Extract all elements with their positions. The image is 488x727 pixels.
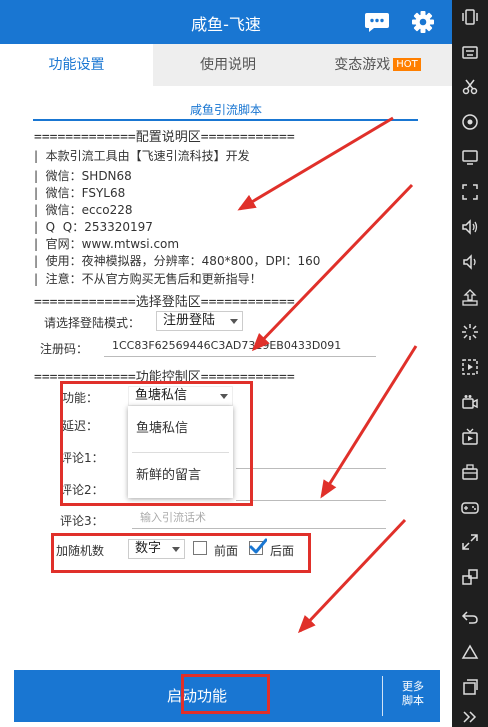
app-window: 咸鱼-飞速 功能设置 使用说明 变态游戏 HOT 咸鱼引流脚本 ========… [0,0,452,727]
more-scripts-line2: 脚本 [402,694,424,707]
multi-instance-icon[interactable] [461,428,479,446]
bottom-divider [382,676,383,716]
back-icon[interactable] [461,608,479,626]
annotation-box-start [181,674,270,714]
scissors-icon[interactable] [461,78,479,96]
apk-install-icon[interactable] [461,288,479,306]
multi-window-icon[interactable] [461,568,479,586]
annotation-arrow [237,116,394,211]
location-icon[interactable] [461,113,479,131]
annotation-arrows [237,116,418,634]
more-scripts-button[interactable]: 更多 脚本 [386,676,440,716]
annotation-arrow [251,183,414,352]
recents-icon[interactable] [461,678,479,696]
toolbox-icon[interactable] [461,463,479,481]
macro-icon[interactable] [461,358,479,376]
controller-icon[interactable] [461,498,479,516]
more-scripts-line1: 更多 [402,680,424,693]
volume-down-icon[interactable] [461,253,479,271]
volume-up-icon[interactable] [461,218,479,236]
emulator-toolbar [452,0,488,727]
fullscreen-icon[interactable] [461,183,479,201]
home-icon[interactable] [461,643,479,661]
expand-more-icon[interactable] [461,708,479,726]
shake-phone-icon[interactable] [461,8,479,26]
video-recorder-icon[interactable] [461,393,479,411]
annotation-arrow [320,345,418,499]
loading-icon[interactable] [461,323,479,341]
zoom-icon[interactable] [461,533,479,551]
keyboard-icon[interactable] [461,43,479,61]
annotation-arrow [297,518,407,634]
screen-record-icon[interactable] [461,148,479,166]
